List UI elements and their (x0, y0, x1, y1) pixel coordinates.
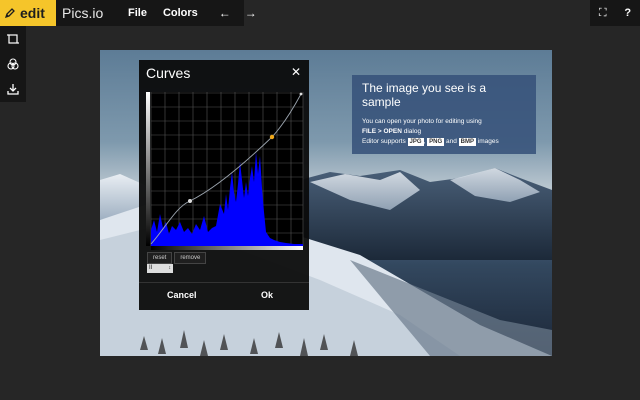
tool-sidebar (0, 26, 26, 102)
edit-label: edit (20, 5, 45, 21)
dialog-title: Curves (146, 65, 191, 81)
channel-select[interactable]: II ↕ (147, 264, 173, 273)
right-toolbar: ⛶ ? (590, 0, 640, 26)
info-line-1: You can open your photo for editing usin… (362, 118, 482, 125)
dialog-divider (139, 282, 309, 283)
download-icon[interactable] (6, 82, 20, 96)
file-open-hint: FILE > OPEN (362, 128, 402, 135)
undo-arrow-icon[interactable]: ← (212, 6, 238, 20)
ok-button[interactable]: Ok (261, 290, 273, 300)
help-icon[interactable]: ? (624, 7, 631, 19)
sample-info-panel: The image you see is a sample You can op… (352, 75, 536, 154)
info-title: The image you see is a sample (362, 81, 487, 109)
crop-icon[interactable] (6, 32, 20, 46)
top-bar: edit Pics.io File Colors ← → ⛶ ? (0, 0, 640, 26)
chevron-updown-icon: ↕ (168, 265, 172, 271)
images-word: images (476, 138, 499, 145)
format-badge-jpg: JPG (407, 138, 424, 146)
info-line-3: Editor supports JPG, PNG and BMP images (362, 137, 526, 147)
redo-arrow-icon[interactable]: → (238, 6, 264, 20)
curve-button-row: reset remove (147, 252, 207, 264)
curve-endpoint[interactable] (299, 92, 303, 96)
sep-2: and (444, 138, 459, 145)
close-icon[interactable]: ✕ (289, 65, 303, 79)
fullscreen-icon[interactable]: ⛶ (599, 7, 607, 20)
app-name: Pics.io (56, 0, 116, 26)
curve-point-1[interactable] (188, 199, 192, 203)
format-badge-bmp: BMP (458, 138, 476, 146)
menu-colors[interactable]: Colors (157, 7, 204, 19)
curves-editor[interactable] (146, 92, 304, 250)
input-gradient-bar (151, 246, 303, 250)
dialog-word: dialog (401, 128, 422, 135)
cancel-button[interactable]: Cancel (167, 290, 197, 300)
main-menu: File Colors ← → (116, 0, 257, 26)
reset-button[interactable]: reset (147, 252, 173, 264)
format-badge-png: PNG (427, 138, 445, 146)
color-circles-icon[interactable] (6, 57, 20, 71)
edit-badge[interactable]: edit (0, 0, 56, 26)
pencil-icon (4, 8, 15, 19)
curves-dialog: Curves ✕ reset remove II ↕ Cancel Ok (139, 60, 309, 310)
remove-button[interactable]: remove (174, 252, 207, 264)
output-gradient-bar (146, 92, 150, 246)
supports-text: Editor supports (362, 138, 408, 145)
menu-file[interactable]: File (122, 7, 153, 19)
channel-value: II (149, 265, 153, 271)
info-line-2: FILE > OPEN dialog (362, 127, 526, 137)
brand: edit Pics.io (0, 0, 116, 26)
curve-point-2[interactable] (269, 134, 275, 140)
